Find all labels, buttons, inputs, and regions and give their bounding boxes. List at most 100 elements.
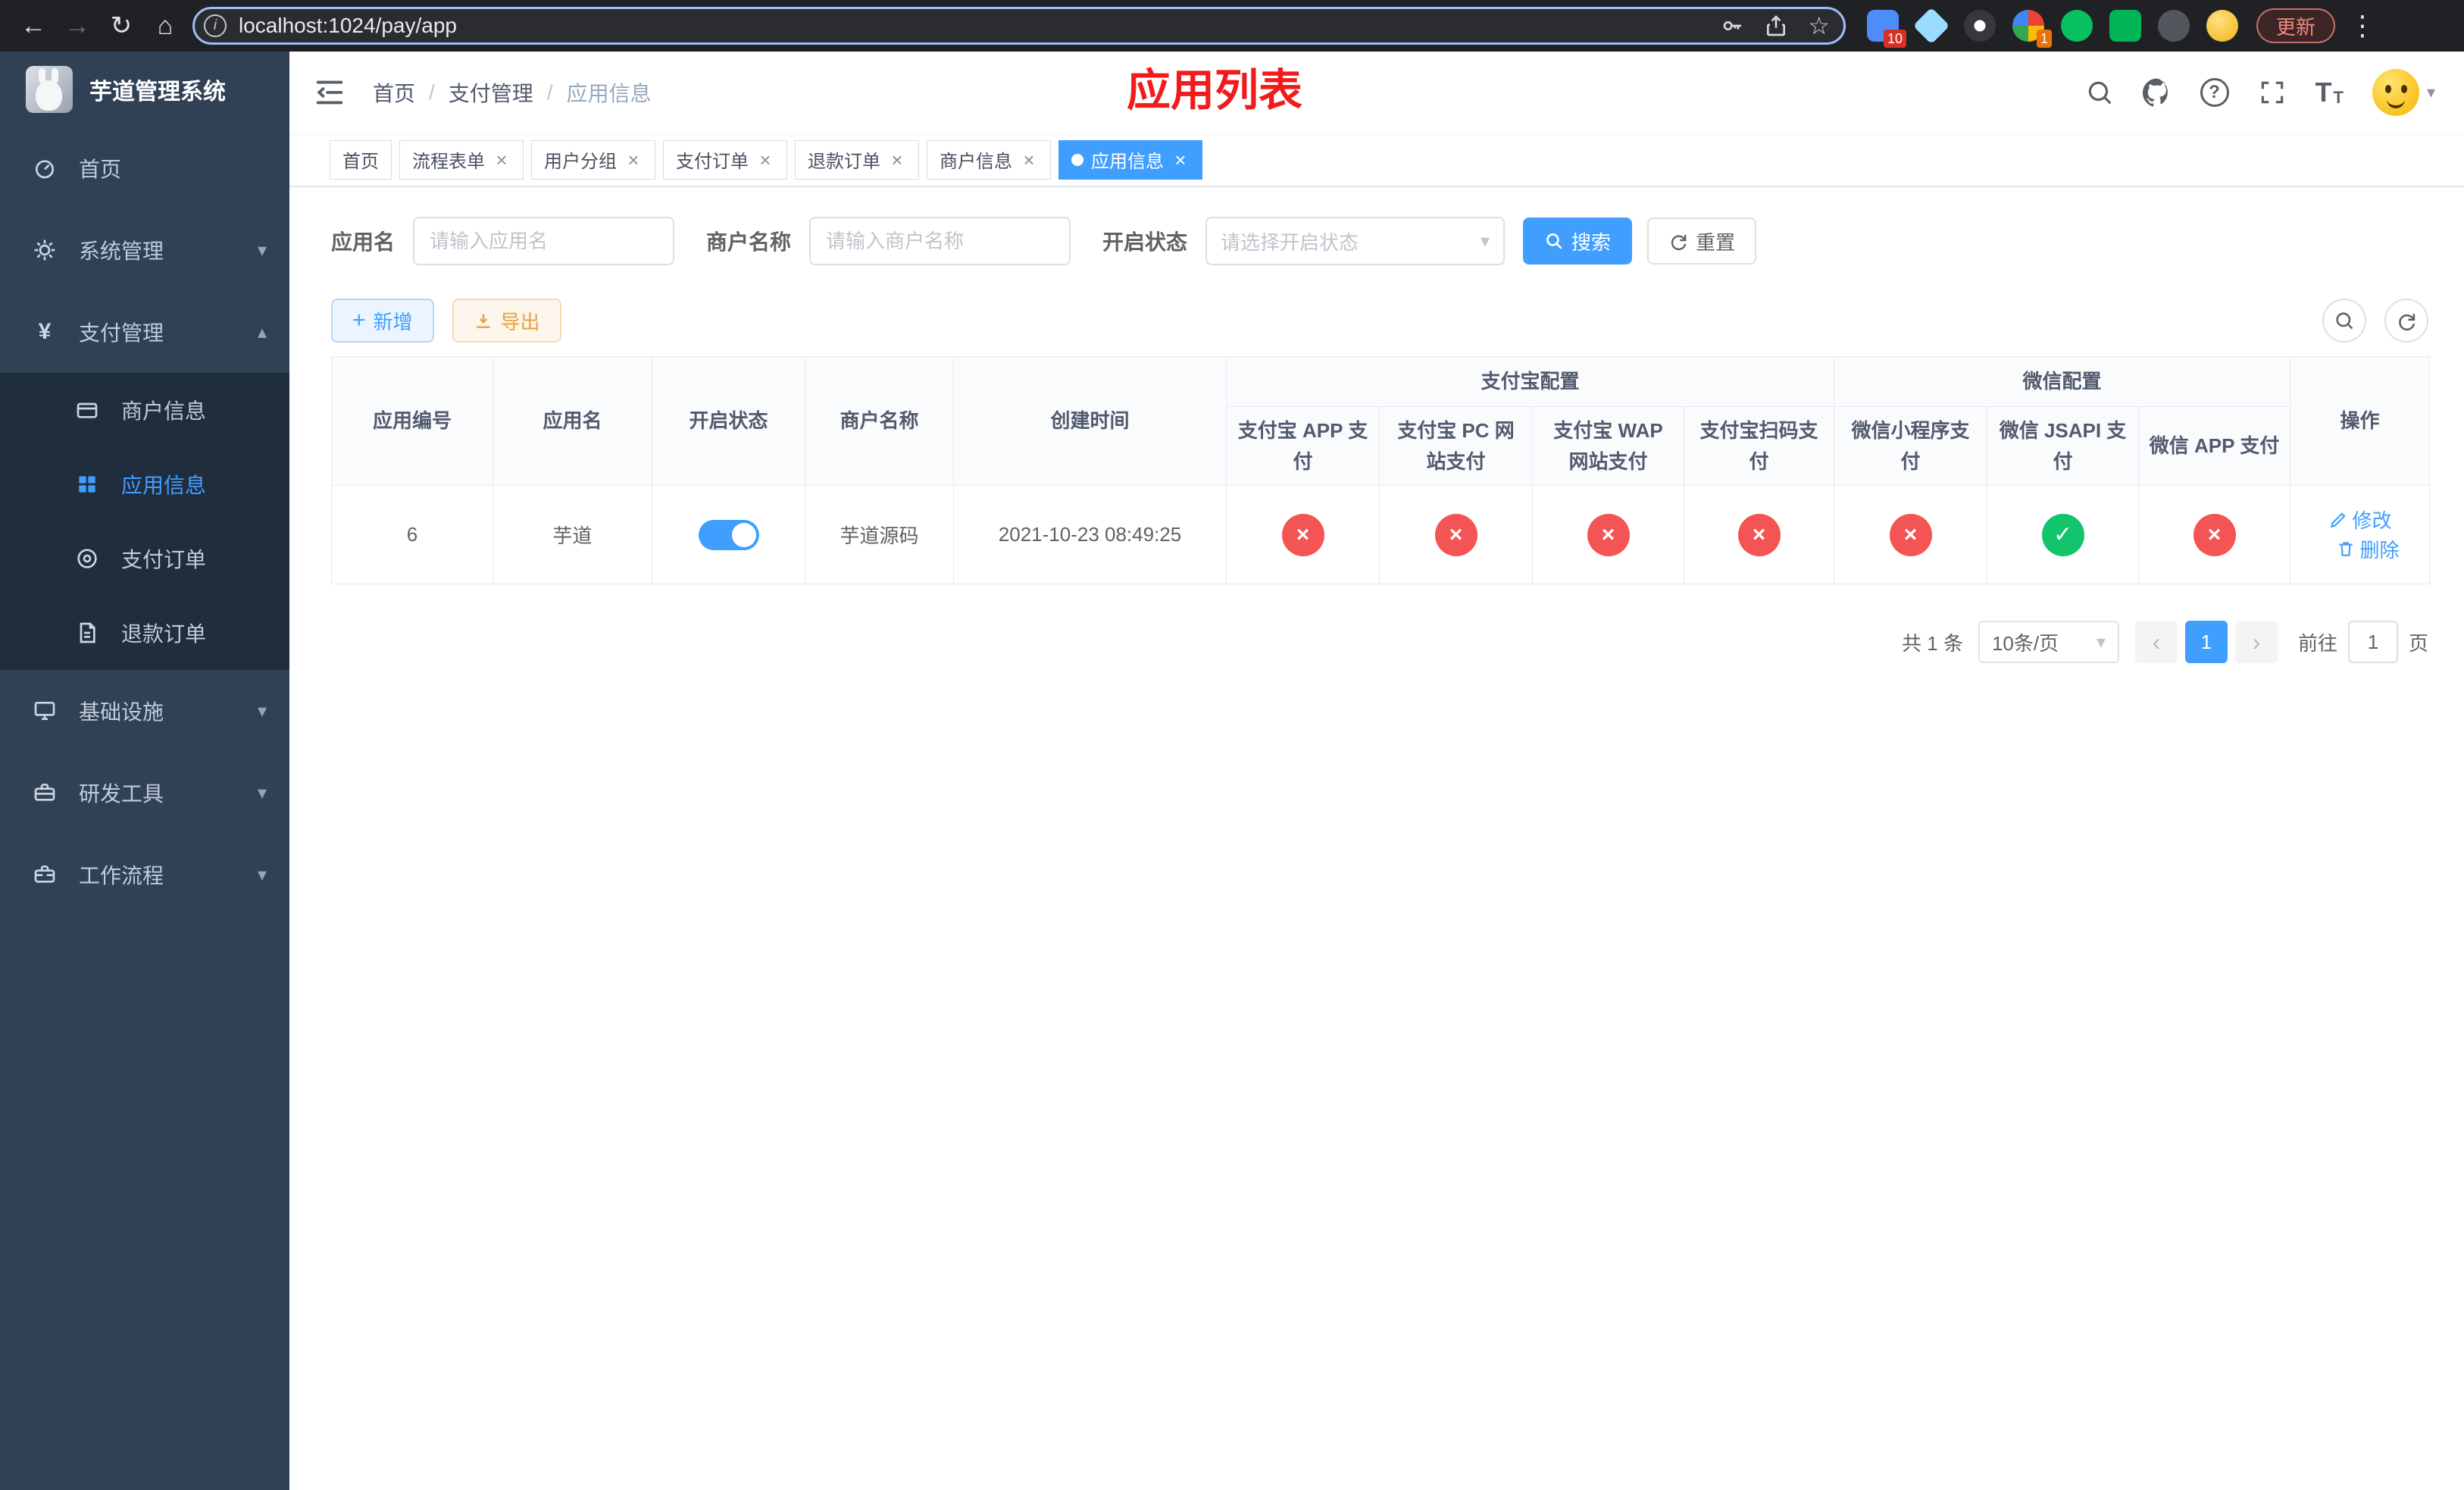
sidebar-item-workflow[interactable]: 工作流程 ▾ — [0, 834, 289, 916]
export-button[interactable]: 导出 — [452, 299, 561, 343]
extension-icon-6[interactable] — [2109, 10, 2141, 42]
browser-update-button[interactable]: 更新 — [2256, 8, 2336, 43]
tab-refund-orders[interactable]: 退款订单 × — [795, 139, 919, 180]
omnibox-actions: ☆ — [1720, 14, 1830, 38]
font-size-icon[interactable]: TT — [2315, 79, 2344, 106]
close-icon[interactable]: × — [1171, 150, 1190, 170]
search-icon[interactable] — [2085, 78, 2114, 107]
extension-badge: 10 — [1883, 30, 1906, 48]
github-icon[interactable] — [2142, 78, 2172, 107]
extension-icon-8[interactable] — [2206, 10, 2238, 42]
user-menu[interactable]: ▾ — [2372, 69, 2435, 116]
sidebar-fold-icon[interactable] — [312, 75, 347, 110]
sidebar-item-system[interactable]: 系统管理 ▾ — [0, 209, 289, 291]
pagination: 共 1 条 10条/页 ▾ ‹ 1 › 前往 页 — [331, 621, 2428, 663]
breadcrumb-payment[interactable]: 支付管理 — [449, 77, 533, 108]
table-search-toggle-button[interactable] — [2322, 299, 2366, 343]
avatar[interactable] — [2372, 69, 2419, 116]
tab-home[interactable]: 首页 — [330, 139, 392, 180]
app-logo-row: 芋道管理系统 — [0, 52, 289, 127]
goto-page-input[interactable] — [2347, 621, 2398, 663]
col-header-created: 创建时间 — [953, 356, 1227, 486]
app-name-input[interactable] — [413, 217, 675, 265]
col-header-app-name: 应用名 — [492, 356, 652, 486]
breadcrumb-separator: / — [429, 80, 435, 104]
chevron-down-icon: ▾ — [257, 782, 267, 803]
app-name-label: 应用名 — [331, 230, 396, 254]
url-text: localhost:1024/pay/app — [239, 14, 457, 37]
close-icon[interactable]: × — [624, 150, 643, 170]
sidebar-item-infrastructure[interactable]: 基础设施 ▾ — [0, 670, 289, 752]
col-header-wechat-mini: 微信小程序支付 — [1834, 406, 1988, 486]
extension-icon-7[interactable] — [2158, 10, 2190, 42]
sidebar-item-dev-tools[interactable]: 研发工具 ▾ — [0, 752, 289, 834]
page-size-select[interactable]: 10条/页 ▾ — [1978, 621, 2119, 663]
share-icon[interactable] — [1764, 14, 1788, 38]
extension-icon-5[interactable] — [2061, 10, 2093, 42]
tab-merchant-info[interactable]: 商户信息 × — [927, 139, 1051, 180]
gear-icon — [30, 238, 59, 262]
sidebar-item-merchant-info[interactable]: 商户信息 — [0, 373, 289, 447]
cell-app-name: 芋道 — [492, 485, 652, 584]
close-icon[interactable]: × — [1020, 150, 1038, 170]
extension-icon-4[interactable]: 1 — [2012, 10, 2052, 48]
extension-icon-3[interactable] — [1964, 10, 1996, 42]
merchant-name-input[interactable] — [809, 217, 1071, 265]
tab-user-group[interactable]: 用户分组 × — [531, 139, 655, 180]
col-header-status: 开启状态 — [652, 356, 805, 486]
tab-app-info[interactable]: 应用信息 × — [1058, 139, 1202, 180]
address-bar[interactable]: i localhost:1024/pay/app ☆ — [192, 7, 1846, 45]
order-icon — [73, 546, 102, 571]
fullscreen-icon[interactable] — [2258, 78, 2287, 107]
browser-reload-icon[interactable]: ↻ — [102, 6, 141, 45]
status-toggle[interactable] — [698, 519, 759, 550]
sidebar-item-pay-orders[interactable]: 支付订单 — [0, 521, 289, 596]
document-icon — [73, 621, 102, 645]
table-refresh-button[interactable] — [2384, 299, 2428, 343]
extension-icon-2[interactable] — [1912, 7, 1950, 45]
tab-pay-orders[interactable]: 支付订单 × — [663, 139, 787, 180]
col-header-app-id: 应用编号 — [331, 356, 493, 486]
site-info-icon[interactable]: i — [204, 14, 227, 37]
sidebar-item-payment[interactable]: ¥ 支付管理 ▴ — [0, 291, 289, 373]
cell-merchant: 芋道源码 — [805, 485, 954, 584]
password-key-icon[interactable] — [1720, 14, 1744, 38]
sidebar-item-refund-orders[interactable]: 退款订单 — [0, 596, 289, 670]
search-button[interactable]: 搜索 — [1523, 218, 1633, 265]
close-icon[interactable]: × — [756, 150, 774, 170]
browser-home-icon[interactable]: ⌂ — [145, 6, 185, 45]
add-button[interactable]: + 新增 — [331, 299, 434, 343]
cell-alipay-wap: × — [1532, 485, 1684, 584]
sidebar-item-app-info[interactable]: 应用信息 — [0, 447, 289, 521]
bookmark-star-icon[interactable]: ☆ — [1808, 14, 1830, 38]
search-icon — [1546, 233, 1562, 249]
extension-icon-1[interactable]: 10 — [1867, 10, 1906, 48]
col-header-wechat-jsapi: 微信 JSAPI 支付 — [1987, 406, 2140, 486]
breadcrumb-separator: / — [546, 80, 553, 104]
page-number-button[interactable]: 1 — [2184, 621, 2228, 663]
briefcase-icon — [30, 862, 59, 887]
sidebar-item-home[interactable]: 首页 — [0, 127, 289, 209]
page-unit-label: 页 — [2408, 631, 2428, 655]
reset-button[interactable]: 重置 — [1647, 218, 1757, 265]
close-icon[interactable]: × — [492, 150, 511, 170]
close-icon[interactable]: × — [888, 150, 906, 170]
help-icon[interactable]: ? — [2200, 78, 2229, 107]
pencil-icon — [2330, 512, 2346, 527]
browser-forward-icon[interactable]: → — [58, 6, 97, 45]
goto-label: 前往 — [2297, 631, 2337, 655]
browser-menu-icon[interactable]: ⋮ — [2335, 10, 2387, 42]
download-icon — [476, 314, 490, 328]
breadcrumb: 首页 / 支付管理 / 应用信息 — [373, 77, 652, 108]
delete-link[interactable]: 删除 — [2336, 535, 2400, 563]
col-header-alipay-qr: 支付宝扫码支付 — [1683, 406, 1835, 486]
status-badge: × — [2193, 513, 2236, 556]
tab-process-form[interactable]: 流程表单 × — [399, 139, 524, 180]
edit-link[interactable]: 修改 — [2328, 506, 2392, 534]
status-select[interactable]: 请选择开启状态 ▾ — [1205, 217, 1506, 265]
navbar-actions: ? TT ▾ — [2085, 69, 2435, 116]
next-page-button[interactable]: › — [2234, 621, 2278, 663]
breadcrumb-home[interactable]: 首页 — [373, 77, 415, 108]
prev-page-button[interactable]: ‹ — [2134, 621, 2178, 663]
browser-back-icon[interactable]: ← — [14, 6, 53, 45]
